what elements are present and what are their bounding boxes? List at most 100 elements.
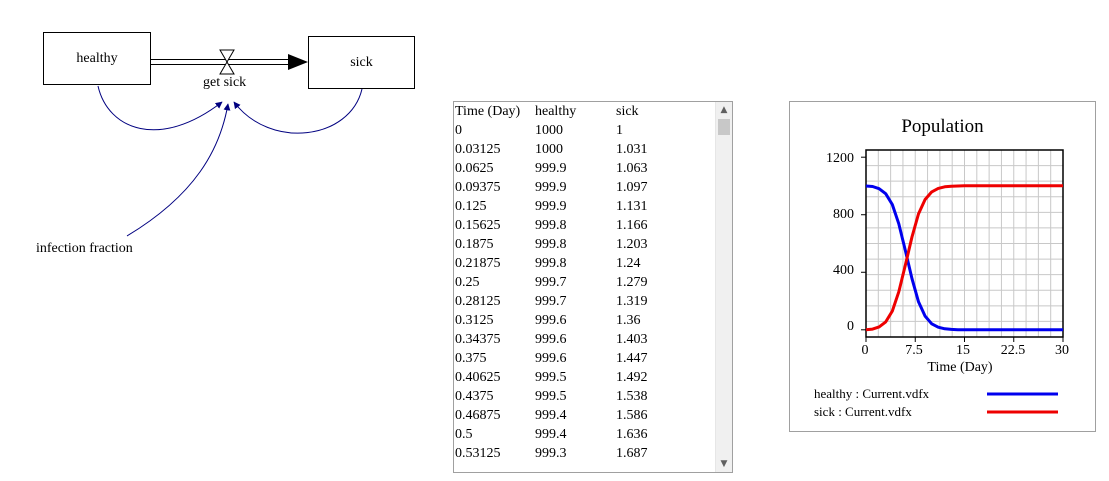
scroll-down-icon[interactable]: ▼ — [716, 456, 732, 472]
table-cell: 999.4 — [535, 427, 567, 442]
table-row: 0.21875 999.8 1.24 — [454, 254, 715, 273]
table-cell: 0.0625 — [455, 161, 494, 176]
legend-label-healthy: healthy : Current.vdfx — [814, 386, 930, 401]
flow-arrowhead — [288, 54, 308, 70]
table-row: 0.28125 999.7 1.319 — [454, 292, 715, 311]
table-row: 0.1875 999.8 1.203 — [454, 235, 715, 254]
data-table: Time (Day) healthy sick 0 1000 1 0.03125 100… — [454, 102, 715, 463]
scroll-up-icon[interactable]: ▲ — [716, 102, 732, 118]
table-cell: 0.125 — [455, 199, 487, 214]
table-cell: 0.5 — [455, 427, 473, 442]
flow-label-get-sick[interactable]: get sick — [203, 75, 246, 91]
table-cell: 999.8 — [535, 256, 567, 271]
table-cell: 0.03125 — [455, 142, 501, 157]
table-cell: 1.131 — [616, 199, 648, 214]
table-row: 0 1000 1 — [454, 121, 715, 140]
x-tick-label: 22.5 — [1000, 343, 1026, 358]
table-cell: 1.166 — [616, 218, 648, 233]
table-cell: 1.319 — [616, 294, 648, 309]
table-cell: 1 — [616, 123, 623, 138]
table-cell: 999.8 — [535, 237, 567, 252]
table-cell: 0.21875 — [455, 256, 501, 271]
table-cell: 1.636 — [616, 427, 648, 442]
table-row: 0.0625 999.9 1.063 — [454, 159, 715, 178]
header-sick: sick — [616, 104, 639, 119]
table-cell: 999.3 — [535, 446, 567, 461]
y-tick-label: 400 — [833, 263, 854, 278]
table-row: 0.4375 999.5 1.538 — [454, 387, 715, 406]
table-cell: 1.687 — [616, 446, 648, 461]
table-cell: 1.492 — [616, 370, 648, 385]
x-tick-label: 30 — [1055, 343, 1069, 358]
table-cell: 1.24 — [616, 256, 641, 271]
table-cell: 1000 — [535, 123, 563, 138]
table-cell: 0.4375 — [455, 389, 494, 404]
header-time: Time (Day) — [455, 104, 521, 119]
table-cell: 999.7 — [535, 275, 567, 290]
table-cell: 0.09375 — [455, 180, 501, 195]
table-cell: 999.5 — [535, 389, 567, 404]
table-cell: 999.4 — [535, 408, 567, 423]
table-cell: 0 — [455, 123, 462, 138]
table-cell: 0.375 — [455, 351, 487, 366]
header-healthy: healthy — [535, 104, 577, 119]
table-cell: 999.9 — [535, 161, 567, 176]
x-tick-label: 7.5 — [905, 343, 923, 358]
table-cell: 0.15625 — [455, 218, 501, 233]
table-row: 0.125 999.9 1.131 — [454, 197, 715, 216]
table-row: 0.53125 999.3 1.687 — [454, 444, 715, 463]
table-cell: 1.063 — [616, 161, 648, 176]
valve-icon[interactable] — [219, 49, 235, 75]
table-cell: 999.9 — [535, 180, 567, 195]
y-tick-label: 0 — [847, 319, 854, 334]
table-cell: 1.36 — [616, 313, 641, 328]
x-tick-label: 0 — [861, 343, 869, 358]
link-healthy-to-get-sick[interactable] — [97, 85, 223, 131]
table-cell: 1.097 — [616, 180, 648, 195]
table-cell: 999.7 — [535, 294, 567, 309]
table-cell: 999.6 — [535, 313, 567, 328]
table-row: 0.375 999.6 1.447 — [454, 349, 715, 368]
y-tick-label: 800 — [833, 207, 854, 222]
vertical-scrollbar[interactable]: ▲ ▼ — [715, 102, 732, 472]
table-row: 0.40625 999.5 1.492 — [454, 368, 715, 387]
link-sick-to-get-sick[interactable] — [233, 88, 363, 134]
table-cell: 999.8 — [535, 218, 567, 233]
table-cell: 1.538 — [616, 389, 648, 404]
table-cell: 0.25 — [455, 275, 480, 290]
table-cell: 0.1875 — [455, 237, 494, 252]
table-row: 0.15625 999.8 1.166 — [454, 216, 715, 235]
table-cell: 0.34375 — [455, 332, 501, 347]
table-row: 0.09375 999.9 1.097 — [454, 178, 715, 197]
table-cell: 1.031 — [616, 142, 648, 157]
link-infection-fraction-to-get-sick[interactable] — [126, 103, 231, 237]
aux-infection-fraction[interactable]: infection fraction — [36, 241, 133, 257]
table-header-row: Time (Day) healthy sick — [454, 102, 715, 121]
table-cell: 999.6 — [535, 332, 567, 347]
table-cell: 0.28125 — [455, 294, 501, 309]
graph-panel[interactable]: Population 1200 800 400 0 0 7.5 15 22.5 … — [789, 101, 1096, 432]
table-row: 0.25 999.7 1.279 — [454, 273, 715, 292]
legend-label-sick: sick : Current.vdfx — [814, 404, 912, 419]
table-cell: 999.9 — [535, 199, 567, 214]
table-cell: 999.5 — [535, 370, 567, 385]
table-cell: 1.279 — [616, 275, 648, 290]
scrollbar-thumb[interactable] — [718, 119, 730, 135]
table-panel[interactable]: Time (Day) healthy sick 0 1000 1 0.03125 100… — [453, 101, 733, 473]
table-cell: 1.586 — [616, 408, 648, 423]
table-cell: 999.6 — [535, 351, 567, 366]
table-row: 0.46875 999.4 1.586 — [454, 406, 715, 425]
table-cell: 0.3125 — [455, 313, 494, 328]
y-tick-label: 1200 — [826, 151, 854, 166]
table-cell: 1.403 — [616, 332, 648, 347]
table-cell: 1.447 — [616, 351, 648, 366]
table-row: 0.5 999.4 1.636 — [454, 425, 715, 444]
table-cell: 0.53125 — [455, 446, 501, 461]
table-cell: 1.203 — [616, 237, 648, 252]
x-axis-label: Time (Day) — [927, 360, 993, 375]
table-row: 0.34375 999.6 1.403 — [454, 330, 715, 349]
table-cell: 0.46875 — [455, 408, 501, 423]
table-row: 0.03125 1000 1.031 — [454, 140, 715, 159]
x-tick-label: 15 — [956, 343, 970, 358]
table-body: 0 1000 1 0.03125 1000 1.031 0.0625 999.9 1.063 0.… — [454, 121, 715, 463]
